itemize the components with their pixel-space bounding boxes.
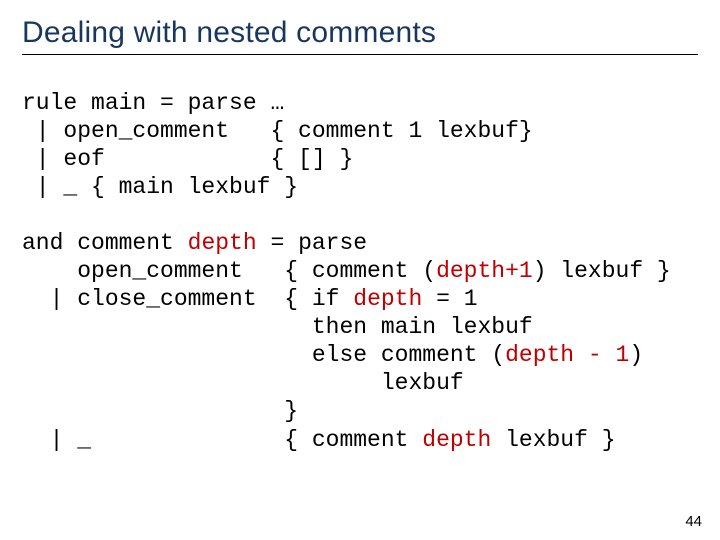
code-line-5b: depth: [188, 230, 257, 256]
code-line-12c: lexbuf }: [491, 427, 615, 453]
slide-title: Dealing with nested comments: [22, 16, 698, 50]
code-line-6c: ) lexbuf }: [533, 258, 671, 284]
code-line-7b: depth: [353, 286, 422, 312]
code-line-8: then main lexbuf: [22, 314, 533, 340]
code-line-3: | eof { [] }: [22, 146, 353, 172]
code-line-9b: depth - 1: [505, 342, 629, 368]
code-line-9a: else comment (: [22, 342, 505, 368]
code-line-6b: depth+1: [436, 258, 533, 284]
code-line-6a: open_comment { comment (: [22, 258, 436, 284]
code-line-11: }: [22, 398, 298, 424]
code-line-10: lexbuf: [22, 370, 464, 396]
code-line-12b: depth: [422, 427, 491, 453]
code-line-5a: and comment: [22, 230, 188, 256]
slide: Dealing with nested comments rule main =…: [0, 0, 720, 540]
title-rule: [22, 54, 698, 55]
code-block-2: and comment depth = parse open_comment {…: [22, 229, 698, 453]
page-number: 44: [685, 513, 702, 530]
code-line-2: | open_comment { comment 1 lexbuf}: [22, 118, 533, 144]
code-line-5c: = parse: [257, 230, 367, 256]
code-line-1: rule main = parse …: [22, 90, 284, 116]
code-line-7c: = 1: [422, 286, 477, 312]
code-line-4: | _ { main lexbuf }: [22, 174, 298, 200]
code-line-12a: | _ { comment: [22, 427, 422, 453]
code-block: rule main = parse … | open_comment { com…: [22, 89, 698, 454]
code-line-9c: ): [629, 342, 643, 368]
code-line-7a: | close_comment { if: [22, 286, 353, 312]
